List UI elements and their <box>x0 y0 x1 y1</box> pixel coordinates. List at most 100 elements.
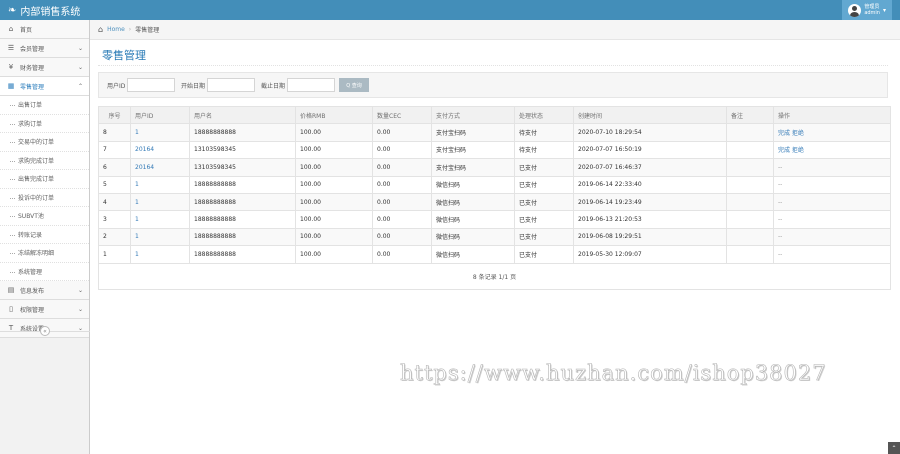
cell-time: 2019-06-08 19:29:51 <box>573 227 727 247</box>
breadcrumb-home[interactable]: Home <box>107 26 125 33</box>
cell-no: 2 <box>98 227 131 247</box>
cell-rmb: 100.00 <box>295 210 373 229</box>
chevron-up-icon: ⌃ <box>77 82 83 90</box>
cell-op[interactable]: 完成 拒绝 <box>773 140 891 160</box>
cell-uid[interactable]: 1 <box>130 123 190 142</box>
cell-status: 已支付 <box>514 192 574 212</box>
chevron-down-icon: ⌄ <box>77 44 83 52</box>
sidebar-subitem[interactable]: 冻结解冻明细 <box>0 244 89 263</box>
cell-status: 待支付 <box>514 140 574 160</box>
sidebar-subitem[interactable]: 求购订单 <box>0 114 89 133</box>
cell-op: -- <box>773 158 891 177</box>
sidebar-item-permissions[interactable]: ▯ 权限管理 ⌄ <box>0 300 89 319</box>
cell-time: 2020-07-07 16:46:37 <box>573 158 727 177</box>
cell-uid[interactable]: 1 <box>130 175 190 194</box>
end-date-input[interactable] <box>287 78 335 92</box>
search-form: 用户ID 开始日期 截止日期 Q 查询 <box>98 72 888 98</box>
table-header-row: 序号 用户ID 用户名 价格RMB 数量CEC 支付方式 处理状态 创建时间 备… <box>98 105 891 125</box>
page-title: 零售管理 <box>102 49 146 62</box>
cell-uid[interactable]: 20164 <box>130 140 190 160</box>
cell-status: 待支付 <box>514 123 574 142</box>
cell-uname: 18888888888 <box>189 123 296 142</box>
top-navbar: ❧ 内部销售系统 管理员 admin ▾ <box>0 0 900 20</box>
sidebar-item-home[interactable]: ⌂ 首页 <box>0 20 89 39</box>
cell-rmb: 100.00 <box>295 123 373 142</box>
cell-uid[interactable]: 1 <box>130 192 190 212</box>
column-header[interactable]: 操作 <box>773 105 891 125</box>
column-header[interactable]: 用户ID <box>130 105 190 125</box>
cell-status: 已支付 <box>514 210 574 229</box>
cell-op: -- <box>773 192 891 212</box>
user-name: admin <box>864 10 880 16</box>
cell-time: 2020-07-07 16:50:19 <box>573 140 727 160</box>
column-header[interactable]: 备注 <box>726 105 774 125</box>
watermark: https://www.huzhan.com/ishop38027 <box>400 361 827 386</box>
cell-note <box>726 123 774 142</box>
cell-status: 已支付 <box>514 245 574 264</box>
search-button[interactable]: Q 查询 <box>339 78 369 92</box>
table-row: 4 1 18888888888 100.00 0.00 微信扫码 已支付 2019-06-14… <box>98 192 891 212</box>
cell-uid[interactable]: 1 <box>130 245 190 264</box>
cell-cec: 0.00 <box>372 210 432 229</box>
table-row: 1 1 18888888888 100.00 0.00 微信扫码 已支付 2019-05-30… <box>98 245 891 264</box>
column-header[interactable]: 创建时间 <box>573 105 727 125</box>
cell-pay: 支付宝扫码 <box>431 123 515 142</box>
start-date-input[interactable] <box>207 78 255 92</box>
sidebar-item-retail[interactable]: ▦ 零售管理 ⌃ <box>0 77 89 96</box>
cell-time: 2019-06-14 19:23:49 <box>573 192 727 212</box>
column-header[interactable]: 处理状态 <box>514 105 574 125</box>
brand[interactable]: ❧ 内部销售系统 <box>8 3 80 18</box>
sidebar-subitem[interactable]: 交易中的订单 <box>0 133 89 152</box>
sidebar-collapse-button[interactable]: « <box>40 326 50 336</box>
cell-status: 已支付 <box>514 175 574 194</box>
user-id-input[interactable] <box>127 78 175 92</box>
cell-cec: 0.00 <box>372 192 432 212</box>
cell-pay: 支付宝扫码 <box>431 140 515 160</box>
cell-cec: 0.00 <box>372 123 432 142</box>
file-icon: ▯ <box>9 305 13 313</box>
user-menu[interactable]: 管理员 admin ▾ <box>842 0 892 20</box>
sidebar-subitem[interactable]: 投诉中的订单 <box>0 188 89 207</box>
cell-time: 2019-06-13 21:20:53 <box>573 210 727 229</box>
cell-uname: 18888888888 <box>189 227 296 247</box>
users-icon: ☰ <box>7 44 15 52</box>
cell-no: 8 <box>98 123 131 142</box>
cell-uname: 18888888888 <box>189 192 296 212</box>
cell-cec: 0.00 <box>372 175 432 194</box>
column-header[interactable]: 序号 <box>98 105 131 125</box>
cell-rmb: 100.00 <box>295 140 373 160</box>
sidebar-item-members[interactable]: ☰ 会员管理 ⌄ <box>0 39 89 58</box>
cell-no: 7 <box>98 140 131 160</box>
column-header[interactable]: 价格RMB <box>295 105 373 125</box>
column-header[interactable]: 用户名 <box>189 105 296 125</box>
cell-uid[interactable]: 1 <box>130 210 190 229</box>
scroll-top-button[interactable]: ⌃ <box>888 442 900 454</box>
cell-status: 已支付 <box>514 227 574 247</box>
sidebar-item-finance[interactable]: ¥ 财务管理 ⌄ <box>0 58 89 77</box>
sidebar-subitem[interactable]: 转账记录 <box>0 225 89 244</box>
sidebar-subitem[interactable]: 系统管理 <box>0 262 89 281</box>
cell-no: 1 <box>98 245 131 264</box>
table-row: 8 1 18888888888 100.00 0.00 支付宝扫码 待支付 2020-07-1… <box>98 123 891 142</box>
column-header[interactable]: 支付方式 <box>431 105 515 125</box>
table-row: 3 1 18888888888 100.00 0.00 微信扫码 已支付 2019-06-13… <box>98 210 891 229</box>
cell-note <box>726 140 774 160</box>
cell-op[interactable]: 完成 拒绝 <box>773 123 891 142</box>
sidebar-subitem[interactable]: 求购完成订单 <box>0 151 89 170</box>
sidebar-subitem[interactable]: 出售订单 <box>0 96 89 115</box>
cell-cec: 0.00 <box>372 245 432 264</box>
dashboard-icon: ⌂ <box>8 25 14 33</box>
cell-uid[interactable]: 20164 <box>130 158 190 177</box>
sidebar-item-label: 财务管理 <box>20 64 45 72</box>
table-row: 7 20164 13103598345 100.00 0.00 支付宝扫码 待支付 2020-… <box>98 140 891 160</box>
cell-time: 2019-06-14 22:33:40 <box>573 175 727 194</box>
cell-uid[interactable]: 1 <box>130 227 190 247</box>
sidebar-item-label: 会员管理 <box>20 45 45 53</box>
avatar <box>848 3 862 17</box>
chevron-down-icon: ⌄ <box>77 286 83 294</box>
column-header[interactable]: 数量CEC <box>372 105 432 125</box>
sidebar-item-news[interactable]: ▤ 信息发布 ⌄ <box>0 281 89 300</box>
pagination-info: 8 条记录 1/1 页 <box>98 262 891 290</box>
sidebar-subitem[interactable]: SUBVT池 <box>0 207 89 226</box>
sidebar-subitem[interactable]: 出售完成订单 <box>0 170 89 189</box>
